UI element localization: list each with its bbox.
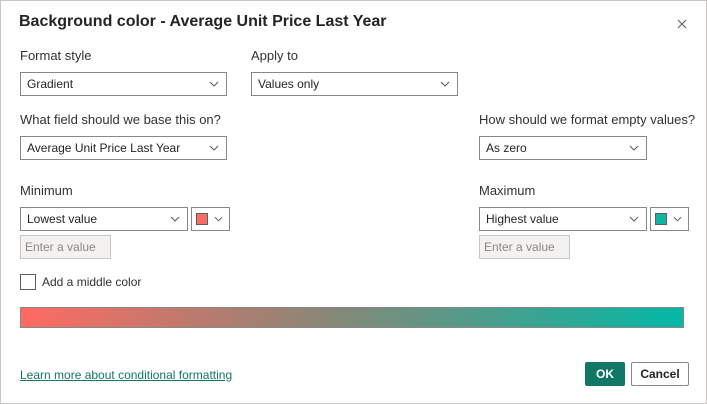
base-field-label: What field should we base this on?: [20, 112, 221, 127]
minimum-value: Lowest value: [27, 212, 98, 226]
gradient-preview-bar: [20, 307, 684, 328]
empty-values-value: As zero: [486, 141, 527, 155]
add-middle-color-checkbox[interactable]: [20, 274, 36, 290]
empty-values-label: How should we format empty values?: [479, 112, 696, 127]
base-field-value: Average Unit Price Last Year: [27, 141, 181, 155]
learn-more-link[interactable]: Learn more about conditional formatting: [20, 368, 232, 382]
apply-to-dropdown[interactable]: Values only: [251, 72, 458, 96]
minimum-label: Minimum: [20, 183, 73, 198]
chevron-down-icon: [626, 211, 642, 227]
maximum-dropdown[interactable]: Highest value: [479, 207, 647, 231]
cancel-button[interactable]: Cancel: [631, 362, 689, 386]
chevron-down-icon: [167, 211, 183, 227]
add-middle-color-label: Add a middle color: [42, 275, 142, 289]
maximum-color-picker[interactable]: [650, 207, 689, 231]
chevron-down-icon: [206, 76, 222, 92]
chevron-down-icon: [626, 140, 642, 156]
chevron-down-icon: [437, 76, 453, 92]
maximum-label: Maximum: [479, 183, 536, 198]
maximum-value: Highest value: [486, 212, 559, 226]
minimum-color-picker[interactable]: [191, 207, 230, 231]
apply-to-value: Values only: [258, 77, 320, 91]
format-style-label: Format style: [20, 48, 92, 63]
background-color-dialog: Background color - Average Unit Price La…: [0, 0, 707, 404]
chevron-down-icon: [673, 216, 682, 222]
minimum-dropdown[interactable]: Lowest value: [20, 207, 188, 231]
maximum-value-input[interactable]: [479, 235, 570, 259]
chevron-down-icon: [214, 216, 223, 222]
minimum-value-input[interactable]: [20, 235, 111, 259]
base-field-dropdown[interactable]: Average Unit Price Last Year: [20, 136, 227, 160]
close-icon: [677, 19, 687, 29]
maximum-color-swatch: [655, 213, 667, 225]
chevron-down-icon: [206, 140, 222, 156]
format-style-value: Gradient: [27, 77, 74, 91]
format-style-dropdown[interactable]: Gradient: [20, 72, 227, 96]
ok-button[interactable]: OK: [585, 362, 625, 386]
minimum-color-swatch: [196, 213, 208, 225]
close-button[interactable]: [673, 15, 691, 33]
dialog-title: Background color - Average Unit Price La…: [19, 13, 387, 30]
empty-values-dropdown[interactable]: As zero: [479, 136, 647, 160]
apply-to-label: Apply to: [251, 48, 298, 63]
